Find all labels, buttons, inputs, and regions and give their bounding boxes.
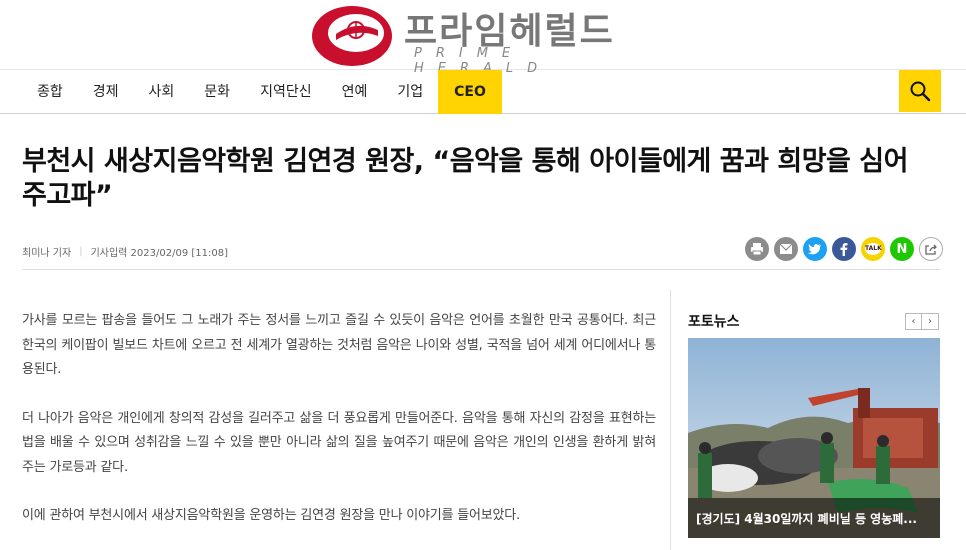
publish-date: 기사입력 2023/02/09 [11:08] [90,248,228,259]
article-byline: 최미나 기자 | 기사입력 2023/02/09 [11:08] [22,244,228,259]
article-body: 가사를 모르는 팝송을 들어도 그 노래가 주는 정서를 느끼고 즐길 수 있듯… [22,309,656,550]
share-button[interactable] [919,237,943,261]
facebook-icon [840,243,848,256]
nav-item-culture[interactable]: 문화 [189,70,245,114]
headline-divider [22,269,940,270]
column-divider [670,290,671,550]
photo-news-caption: [경기도] 4월30일까지 폐비닐 등 영농폐... [688,498,940,538]
article-paragraph: 이에 관하여 부천시에서 새상지음악학원을 운영하는 김연경 원장을 만나 이야… [22,508,520,523]
email-icon [779,243,793,254]
kakaotalk-icon: TALK [865,243,882,255]
facebook-share-button[interactable] [832,237,856,261]
site-logo[interactable]: 프라임헤럴드 PRIME HERALD [306,0,666,76]
chevron-left-icon[interactable]: ‹ [905,313,922,330]
article-paragraph: 더 나아가 음악은 개인에게 창의적 감성을 길러주고 삶을 더 풍요롭게 만들… [22,410,656,475]
photo-news-pager: ‹ › [905,313,939,330]
nav-item-business[interactable]: 기업 [382,70,438,114]
share-bar: TALK N [745,237,943,261]
twitter-icon [808,244,821,255]
search-icon [910,81,931,102]
article-headline: 부천시 새상지음악학원 김연경 원장, “음악을 통해 아이들에게 꿈과 희망을… [22,146,908,211]
chevron-right-icon[interactable]: › [922,313,939,330]
nav-item-local-news[interactable]: 지역단신 [245,70,327,114]
article-paragraph: 가사를 모르는 팝송을 들어도 그 노래가 주는 정서를 느끼고 즐길 수 있듯… [22,313,656,377]
byline-separator: | [79,246,83,257]
naver-share-button[interactable]: N [890,237,914,261]
nav-item-society[interactable]: 사회 [134,70,190,114]
main-nav: 종합 경제 사회 문화 지역단신 연예 기업 CEO [0,70,966,114]
search-button[interactable] [899,70,941,112]
print-icon [751,243,763,256]
print-button[interactable] [745,237,769,261]
logo-mark-icon [312,6,392,66]
naver-icon: N [896,241,908,257]
nav-item-general[interactable]: 종합 [22,70,78,114]
email-button[interactable] [774,237,798,261]
nav-item-economy[interactable]: 경제 [78,70,134,114]
kakaotalk-share-button[interactable]: TALK [861,237,885,261]
photo-news-card[interactable]: [경기도] 4월30일까지 폐비닐 등 영농폐... [688,338,940,538]
nav-items: 종합 경제 사회 문화 지역단신 연예 기업 CEO [22,70,502,114]
author-name[interactable]: 최미나 기자 [22,244,71,259]
nav-item-entertainment[interactable]: 연예 [327,70,383,114]
share-icon [925,244,937,255]
nav-item-ceo[interactable]: CEO [438,70,502,114]
twitter-share-button[interactable] [803,237,827,261]
photo-news-title: 포토뉴스 [688,314,740,330]
site-header: 프라임헤럴드 PRIME HERALD [0,0,966,76]
